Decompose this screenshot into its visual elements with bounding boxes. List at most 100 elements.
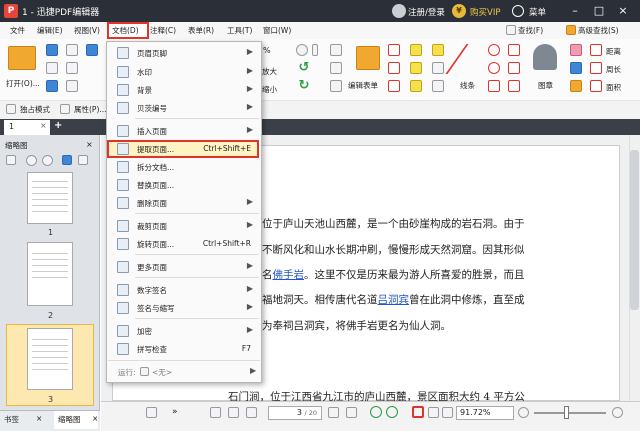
- eraser-icon[interactable]: [570, 44, 582, 56]
- pen-icon[interactable]: [570, 62, 582, 74]
- stamp-small-icon[interactable]: [330, 80, 342, 92]
- menu-view[interactable]: 视图(V): [74, 25, 100, 36]
- menu-icon[interactable]: [512, 5, 524, 17]
- page-number-field[interactable]: 3 / 20: [268, 406, 322, 420]
- add-tab-icon[interactable]: +: [54, 120, 62, 131]
- back-icon[interactable]: [370, 406, 382, 418]
- vip-coin-icon[interactable]: ¥: [452, 4, 466, 18]
- text-tool-icon[interactable]: [410, 44, 422, 56]
- sound-icon[interactable]: [410, 80, 422, 92]
- perimeter-button[interactable]: 周长: [606, 64, 621, 75]
- run-submenu-arrow-icon[interactable]: ▶: [250, 366, 256, 375]
- thumbnail-page-3[interactable]: [27, 328, 73, 390]
- cloud-icon[interactable]: [508, 62, 520, 74]
- menu-item-bates-numbering[interactable]: 贝茨编号 ▶: [107, 98, 259, 118]
- menu-window[interactable]: 窗口(W): [263, 25, 291, 36]
- menu-item-extract-pages[interactable]: 提取页面... Ctrl+Shift+E: [107, 139, 259, 159]
- thumb-zoom-out-icon[interactable]: [42, 155, 53, 166]
- edit-form-icon[interactable]: [356, 46, 380, 70]
- perimeter-icon[interactable]: [590, 62, 602, 74]
- rectangle-icon[interactable]: [488, 80, 500, 92]
- snapshot-icon[interactable]: [330, 62, 342, 74]
- advanced-find-button[interactable]: 高级查找(S): [578, 25, 619, 36]
- enlarge-label[interactable]: 放大: [262, 66, 277, 77]
- close-button[interactable]: ×: [616, 4, 630, 18]
- circle-icon[interactable]: [488, 62, 500, 74]
- prev-page-icon[interactable]: [228, 407, 239, 418]
- thumb-zoom-in-icon[interactable]: [26, 155, 37, 166]
- scan-icon[interactable]: [66, 62, 78, 74]
- rotate-left-icon[interactable]: ↺: [298, 61, 310, 74]
- polygon-icon[interactable]: [508, 44, 520, 56]
- open-button[interactable]: 打开(O)...: [6, 78, 40, 89]
- thumbnail-page-1[interactable]: [27, 172, 73, 224]
- thumb-options-icon[interactable]: [6, 155, 16, 165]
- expand-chevron-icon[interactable]: »: [172, 407, 178, 417]
- next-page-icon[interactable]: [328, 407, 339, 418]
- maximize-button[interactable]: □: [592, 4, 606, 18]
- page-up-icon[interactable]: [246, 407, 257, 418]
- zoom-level-field[interactable]: 91.72%: [456, 406, 514, 420]
- status-zoom-in-icon[interactable]: [612, 407, 623, 418]
- menu-item-more-pages[interactable]: 更多页面 ▶: [107, 257, 259, 277]
- save-icon[interactable]: [46, 44, 58, 56]
- thumb-delete-icon[interactable]: [78, 155, 88, 165]
- menu-item-spell-check[interactable]: 拼写检查 F7: [107, 339, 259, 359]
- attach-icon[interactable]: [432, 62, 444, 74]
- menu-comment[interactable]: 注释(C): [150, 25, 176, 36]
- edit-form-button[interactable]: 编辑表单: [348, 80, 378, 91]
- forward-icon[interactable]: [386, 406, 398, 418]
- user-avatar-icon[interactable]: [392, 4, 406, 18]
- exclusive-mode-icon[interactable]: [6, 104, 16, 114]
- highlight-text-icon[interactable]: [410, 62, 422, 74]
- stamp-button[interactable]: 图章: [538, 80, 553, 91]
- reduce-label[interactable]: 缩小: [262, 84, 277, 95]
- export-icon[interactable]: [66, 80, 78, 92]
- menu-item-crop-pages[interactable]: 裁剪页面 ▶: [107, 216, 259, 236]
- menu-item-encrypt[interactable]: 加密 ▶: [107, 321, 259, 341]
- note-icon[interactable]: [432, 44, 444, 56]
- link-lvdongbin[interactable]: 吕洞宾: [378, 294, 410, 306]
- menu-item-replace-pages[interactable]: 替换页面...: [107, 175, 259, 195]
- menu-edit[interactable]: 编辑(E): [37, 25, 63, 36]
- menu-item-sign-initials[interactable]: 签名与缩写 ▶: [107, 298, 259, 318]
- area-icon[interactable]: [590, 80, 602, 92]
- open-folder-icon[interactable]: [8, 46, 36, 70]
- distance-icon[interactable]: [590, 44, 602, 56]
- status-zoom-out-icon[interactable]: [518, 407, 529, 418]
- link-foshouyan[interactable]: 佛手岩: [273, 269, 305, 281]
- tab-close-icon[interactable]: ×: [40, 121, 47, 130]
- menu-item-background[interactable]: 背景 ▶: [107, 80, 259, 100]
- hand-tool-icon[interactable]: [86, 44, 98, 56]
- ellipse-icon[interactable]: [488, 44, 500, 56]
- menu-item-digital-signature[interactable]: 数字签名 ▶: [107, 280, 259, 300]
- facing-view-icon[interactable]: [442, 407, 453, 418]
- menu-item-rotate-pages[interactable]: 旋转页面... Ctrl+Shift+R: [107, 234, 259, 254]
- menu-tools[interactable]: 工具(T): [227, 25, 252, 36]
- thumbnail-page-2[interactable]: [27, 242, 73, 306]
- find-button[interactable]: 查找(F): [518, 25, 543, 36]
- exclusive-mode-button[interactable]: 独占模式: [20, 104, 50, 115]
- minimize-button[interactable]: –: [568, 4, 582, 18]
- menu-item-delete-pages[interactable]: 删除页面 ▶: [107, 193, 259, 213]
- stamp-icon[interactable]: [533, 44, 557, 70]
- file-attach-icon[interactable]: [432, 80, 444, 92]
- menu-document[interactable]: 文档(D): [112, 25, 139, 36]
- zoom-dropdown-icon[interactable]: [312, 44, 318, 56]
- typewriter-icon[interactable]: [388, 80, 400, 92]
- menu-item-insert-pages[interactable]: 插入页面 ▶: [107, 121, 259, 141]
- buy-vip-link[interactable]: 购买VIP: [470, 6, 500, 18]
- panel-close-icon[interactable]: ×: [86, 140, 93, 149]
- bookmark-tab-close-icon[interactable]: ×: [36, 414, 42, 423]
- properties-icon[interactable]: [60, 104, 70, 114]
- area-button[interactable]: 面积: [606, 82, 621, 93]
- properties-button[interactable]: 属性(P)...: [74, 104, 107, 115]
- run-value[interactable]: <无>: [152, 367, 172, 378]
- first-page-icon[interactable]: [210, 407, 221, 418]
- polyline-icon[interactable]: [508, 80, 520, 92]
- zoom-slider-handle[interactable]: [564, 406, 569, 419]
- main-menu-button[interactable]: 菜单: [529, 6, 546, 18]
- tab-bookmarks[interactable]: 书签: [4, 414, 19, 425]
- line-button[interactable]: 线条: [460, 80, 475, 91]
- select-text-icon[interactable]: [330, 44, 342, 56]
